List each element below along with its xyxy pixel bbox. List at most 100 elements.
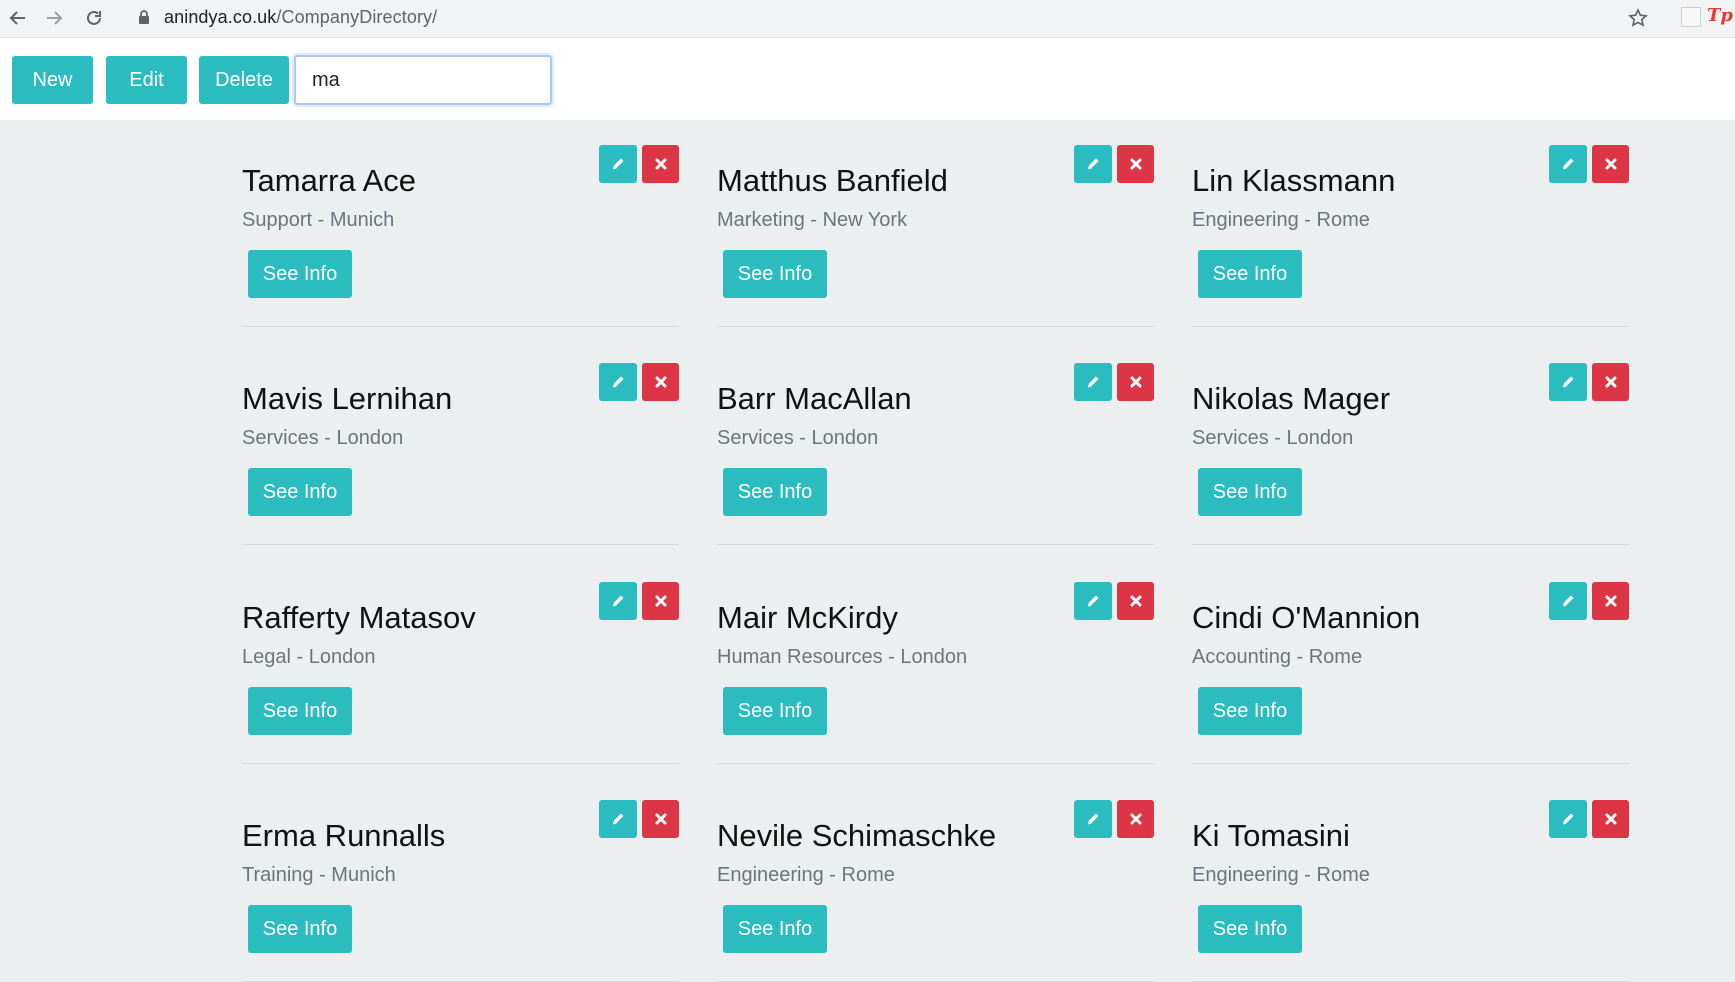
delete-employee-button[interactable] xyxy=(642,800,679,838)
search-input[interactable] xyxy=(294,55,552,105)
close-icon xyxy=(1129,812,1143,826)
edit-employee-button[interactable] xyxy=(1549,145,1587,183)
employee-department-location: Support - Munich xyxy=(242,209,395,231)
url-text: anindya.co.uk/CompanyDirectory/ xyxy=(164,7,437,28)
employee-department-location: Services - London xyxy=(1192,427,1354,449)
edit-employee-button[interactable] xyxy=(599,363,637,401)
close-icon xyxy=(1129,375,1143,389)
employee-name: Tamarra Ace xyxy=(242,163,417,198)
employee-department-location: Accounting - Rome xyxy=(1192,646,1363,668)
employee-card: Tamarra Ace Support - Munich See Info xyxy=(242,145,679,327)
employee-card: Nikolas Mager Services - London See Info xyxy=(1192,363,1629,545)
close-icon xyxy=(654,375,668,389)
see-info-button[interactable]: See Info xyxy=(1198,905,1302,953)
edit-employee-button[interactable] xyxy=(599,582,637,620)
employee-card: Barr MacAllan Services - London See Info xyxy=(717,363,1154,545)
employee-name: Matthus Banfield xyxy=(717,163,948,198)
edit-employee-button[interactable] xyxy=(1549,363,1587,401)
employee-department-location: Services - London xyxy=(717,427,879,449)
see-info-button[interactable]: See Info xyxy=(1198,250,1302,298)
employee-name: Nikolas Mager xyxy=(1192,381,1391,416)
pencil-icon xyxy=(1560,811,1576,827)
delete-employee-button[interactable] xyxy=(642,145,679,183)
edit-employee-button[interactable] xyxy=(1074,800,1112,838)
pencil-icon xyxy=(1085,156,1101,172)
delete-employee-button[interactable] xyxy=(1117,582,1154,620)
see-info-button[interactable]: See Info xyxy=(248,687,352,735)
delete-employee-button[interactable] xyxy=(1117,145,1154,183)
employee-card: Erma Runnalls Training - Munich See Info xyxy=(242,800,679,982)
employee-name: Cindi O'Mannion xyxy=(1192,600,1421,635)
employee-card: Ki Tomasini Engineering - Rome See Info xyxy=(1192,800,1629,982)
employee-department-location: Engineering - Rome xyxy=(717,864,895,886)
see-info-button[interactable]: See Info xyxy=(248,905,352,953)
close-icon xyxy=(654,157,668,171)
edit-employee-button[interactable] xyxy=(1074,363,1112,401)
delete-employee-button[interactable] xyxy=(1117,363,1154,401)
edit-employee-button[interactable] xyxy=(599,800,637,838)
edit-employee-button[interactable] xyxy=(1549,582,1587,620)
pencil-icon xyxy=(1560,156,1576,172)
delete-employee-button[interactable] xyxy=(1592,145,1629,183)
pencil-icon xyxy=(610,156,626,172)
edit-employee-button[interactable] xyxy=(1074,145,1112,183)
star-icon[interactable] xyxy=(1623,4,1653,32)
see-info-button[interactable]: See Info xyxy=(248,468,352,516)
employee-department-location: Engineering - Rome xyxy=(1192,864,1370,886)
employee-card: Matthus Banfield Marketing - New York See … xyxy=(717,145,1154,327)
see-info-button[interactable]: See Info xyxy=(1198,687,1302,735)
lock-icon[interactable] xyxy=(136,9,152,25)
url-host: anindya.co.uk xyxy=(164,6,277,27)
address-bar[interactable]: anindya.co.uk/CompanyDirectory/ xyxy=(126,2,1651,32)
employee-card: Cindi O'Mannion Accounting - Rome See Info xyxy=(1192,582,1629,764)
employee-card: Mavis Lernihan Services - London See Info xyxy=(242,363,679,545)
employee-name: Lin Klassmann xyxy=(1192,163,1396,198)
employee-department-location: Legal - London xyxy=(242,646,376,668)
close-icon xyxy=(1604,594,1618,608)
pencil-icon xyxy=(610,593,626,609)
pencil-icon xyxy=(610,374,626,390)
employee-card: Rafferty Matasov Legal - London See Info xyxy=(242,582,679,764)
pencil-icon xyxy=(610,811,626,827)
see-info-button[interactable]: See Info xyxy=(723,687,827,735)
employee-department-location: Human Resources - London xyxy=(717,646,968,668)
see-info-button[interactable]: See Info xyxy=(723,905,827,953)
app-toolbar: New Edit Delete xyxy=(0,38,1735,120)
close-icon xyxy=(654,812,668,826)
edit-button[interactable]: Edit xyxy=(106,56,187,104)
delete-button[interactable]: Delete xyxy=(199,56,289,104)
employee-department-location: Marketing - New York xyxy=(717,209,908,231)
see-info-button[interactable]: See Info xyxy=(723,250,827,298)
close-icon xyxy=(1129,594,1143,608)
delete-employee-button[interactable] xyxy=(642,582,679,620)
reload-icon[interactable] xyxy=(76,2,112,34)
close-icon xyxy=(1604,157,1618,171)
edit-employee-button[interactable] xyxy=(1074,582,1112,620)
edit-employee-button[interactable] xyxy=(599,145,637,183)
see-info-button[interactable]: See Info xyxy=(1198,468,1302,516)
see-info-button[interactable]: See Info xyxy=(248,250,352,298)
see-info-button[interactable]: See Info xyxy=(723,468,827,516)
edit-employee-button[interactable] xyxy=(1549,800,1587,838)
tp-extension-icon[interactable]: Tp xyxy=(1707,5,1733,29)
employee-name: Rafferty Matasov xyxy=(242,600,476,635)
delete-employee-button[interactable] xyxy=(1592,582,1629,620)
delete-employee-button[interactable] xyxy=(1592,363,1629,401)
employee-department-location: Services - London xyxy=(242,427,404,449)
delete-employee-button[interactable] xyxy=(1117,800,1154,838)
employee-name: Erma Runnalls xyxy=(242,818,446,853)
extension-icon[interactable] xyxy=(1681,7,1701,27)
pencil-icon xyxy=(1085,593,1101,609)
delete-employee-button[interactable] xyxy=(1592,800,1629,838)
employee-department-location: Engineering - Rome xyxy=(1192,209,1370,231)
url-path: /CompanyDirectory/ xyxy=(276,6,438,27)
delete-employee-button[interactable] xyxy=(642,363,679,401)
employee-name: Mavis Lernihan xyxy=(242,381,453,416)
new-button[interactable]: New xyxy=(12,56,93,104)
back-arrow-icon[interactable] xyxy=(0,2,36,34)
pencil-icon xyxy=(1085,811,1101,827)
pencil-icon xyxy=(1560,593,1576,609)
forward-arrow-icon[interactable] xyxy=(36,2,72,34)
employee-name: Ki Tomasini xyxy=(1192,818,1350,853)
browser-toolbar: anindya.co.uk/CompanyDirectory/ Tp xyxy=(0,0,1735,38)
